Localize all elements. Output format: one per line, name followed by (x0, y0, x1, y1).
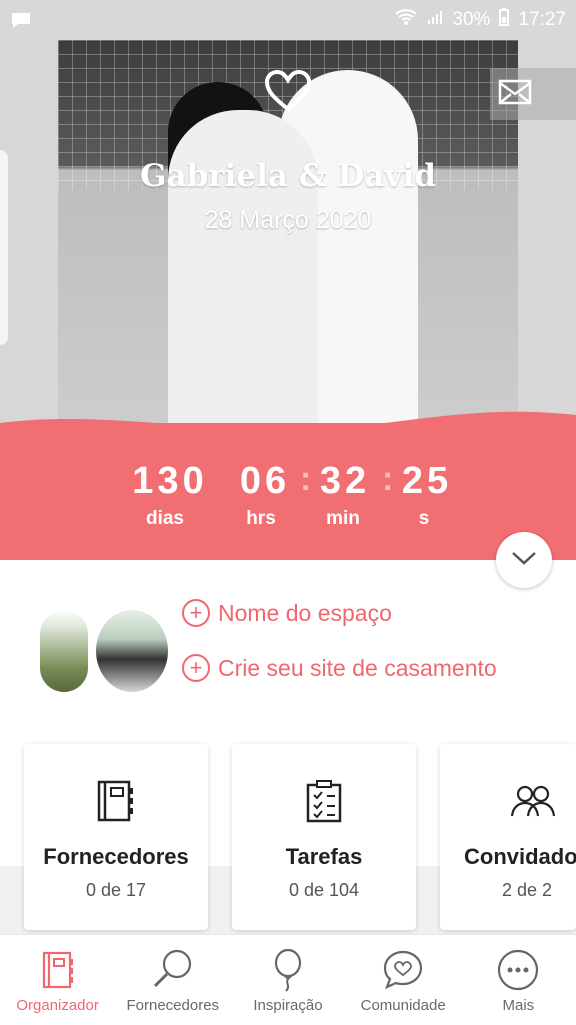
heart-icon (264, 69, 312, 112)
balloon-icon (265, 947, 311, 993)
battery-icon (498, 7, 510, 33)
add-venue-link[interactable]: + Nome do espaço (182, 599, 392, 627)
days-label: dias (145, 508, 185, 529)
nav-vendors[interactable]: Fornecedores (115, 935, 230, 1025)
hours-label: hrs (246, 508, 276, 529)
nav-organizer[interactable]: Organizador (0, 935, 115, 1025)
guests-icon (440, 778, 576, 826)
signal-icon (426, 8, 444, 32)
wifi-icon (394, 8, 418, 32)
search-icon (150, 947, 196, 993)
minutes-label: min (326, 508, 360, 529)
wave-divider (0, 411, 576, 443)
bottom-navigation: Organizador Fornecedores Inspiração Comu… (0, 934, 576, 1024)
nav-label: Comunidade (360, 997, 446, 1014)
countdown-seconds: 25 (401, 460, 453, 502)
nav-inspiration[interactable]: Inspiração (230, 935, 345, 1025)
nav-label: Fornecedores (126, 997, 220, 1014)
organizer-icon (35, 947, 81, 993)
nav-community[interactable]: Comunidade (346, 935, 461, 1025)
clock: 17:27 (518, 9, 566, 30)
card-title: Convidados (464, 844, 576, 869)
card-vendors[interactable]: Fornecedores 0 de 17 (24, 744, 208, 930)
card-count: 0 de 104 (288, 880, 360, 900)
status-right: 30% 17:27 (394, 7, 566, 33)
notebook-icon (24, 778, 208, 826)
card-tasks[interactable]: Tarefas 0 de 104 (232, 744, 416, 930)
more-icon (495, 947, 541, 993)
envelope-icon (498, 79, 532, 110)
countdown-hours: 06 (239, 460, 291, 502)
card-title: Fornecedores (43, 844, 189, 869)
status-bar: 30% 17:27 (0, 0, 576, 40)
plus-circle-icon: + (182, 599, 210, 627)
battery-percent: 30% (452, 9, 491, 30)
avatar-group[interactable] (40, 610, 168, 692)
countdown-panel: 130 06 : 32 : 25 dias hrs min s (0, 411, 576, 560)
create-website-label: Crie seu site de casamento (218, 654, 497, 681)
expand-button[interactable] (496, 532, 552, 588)
card-count: 2 de 2 (502, 880, 553, 900)
checklist-icon (232, 778, 416, 826)
plus-circle-icon: + (182, 654, 210, 682)
message-icon (10, 11, 32, 29)
add-venue-label: Nome do espaço (218, 599, 392, 626)
seconds-label: s (418, 508, 430, 529)
hero-section: Gabriela & David 28 Março 2020 130 06 : … (0, 40, 576, 560)
chevron-down-icon (511, 551, 537, 570)
avatar[interactable] (96, 610, 168, 692)
nav-label: Inspiração (253, 997, 323, 1014)
wedding-date: 28 Março 2020 (204, 206, 372, 234)
create-website-link[interactable]: + Crie seu site de casamento (182, 654, 497, 682)
avatar[interactable] (40, 610, 88, 692)
card-title: Tarefas (285, 844, 363, 869)
nav-label: Organizador (16, 997, 99, 1014)
chat-heart-icon (380, 947, 426, 993)
mail-button[interactable] (490, 68, 576, 120)
nav-more[interactable]: Mais (461, 935, 576, 1025)
nav-label: Mais (502, 997, 535, 1014)
card-guests[interactable]: Convidados 2 de 2 (440, 744, 576, 930)
countdown-days: 130 (132, 460, 208, 502)
countdown-minutes: 32 (319, 460, 371, 502)
card-count: 0 de 17 (85, 880, 147, 900)
couple-names: Gabriela & David (140, 158, 436, 194)
